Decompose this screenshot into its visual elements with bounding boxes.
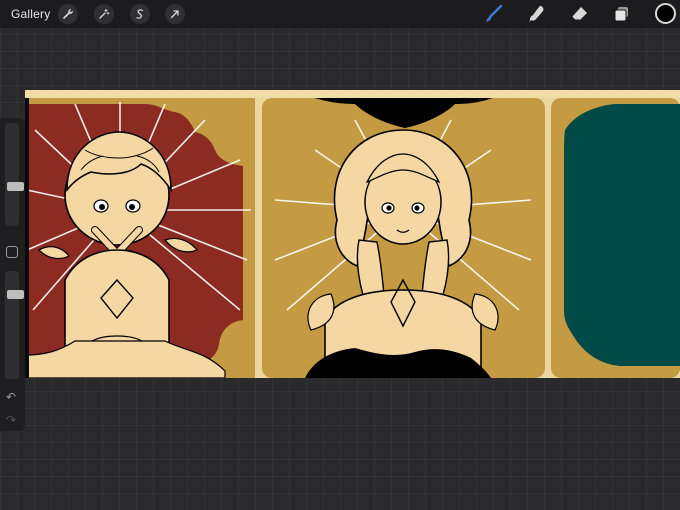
selection-icon[interactable] xyxy=(130,4,150,24)
wrench-icon[interactable] xyxy=(58,4,78,24)
opacity-thumb[interactable] xyxy=(7,290,24,299)
layers-icon[interactable] xyxy=(611,3,633,25)
panel-right xyxy=(551,98,680,378)
transform-arrow-icon[interactable] xyxy=(165,4,185,24)
eraser-icon[interactable] xyxy=(568,3,590,25)
smudge-icon[interactable] xyxy=(526,3,548,25)
brush-size-thumb[interactable] xyxy=(7,182,24,191)
artwork-canvas[interactable] xyxy=(25,90,680,378)
brush-icon[interactable] xyxy=(483,3,505,25)
redo-icon[interactable]: ↷ xyxy=(6,413,16,427)
sidebar: ↶ ↷ xyxy=(0,118,25,431)
artwork-illustration xyxy=(25,90,680,378)
panel-middle xyxy=(262,90,545,378)
canvas-top-band xyxy=(25,90,680,98)
color-swatch[interactable] xyxy=(655,3,676,24)
top-toolbar: Gallery xyxy=(0,0,680,28)
undo-icon[interactable]: ↶ xyxy=(6,390,16,404)
modifier-button[interactable] xyxy=(6,246,18,258)
magic-wand-icon[interactable] xyxy=(94,4,114,24)
brush-size-slider[interactable] xyxy=(5,123,24,226)
opacity-slider[interactable] xyxy=(5,271,24,379)
gallery-button[interactable]: Gallery xyxy=(11,7,50,21)
panel-left xyxy=(25,98,255,378)
